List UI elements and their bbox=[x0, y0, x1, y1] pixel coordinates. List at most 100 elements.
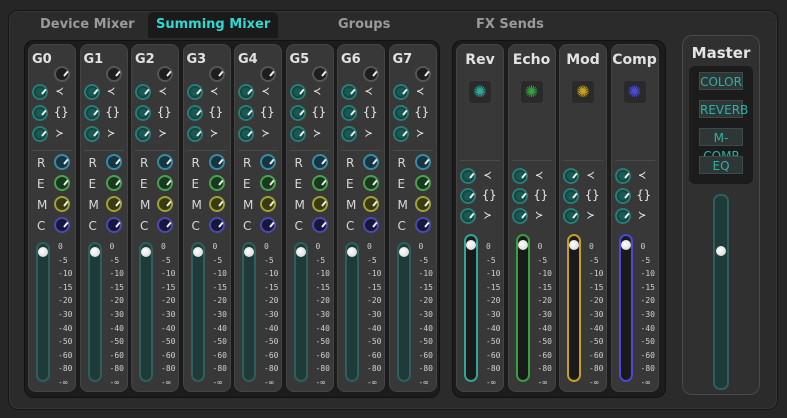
gain-knob[interactable] bbox=[311, 66, 328, 82]
gain-knob[interactable] bbox=[54, 66, 70, 82]
volume-fader[interactable] bbox=[396, 242, 411, 382]
fx-effect-icon[interactable]: ✺ bbox=[571, 80, 595, 104]
send-knob-r[interactable] bbox=[54, 154, 70, 170]
send-knob-e[interactable] bbox=[363, 175, 379, 191]
master-reverb-button[interactable]: REVERB bbox=[699, 100, 748, 118]
send-knob-c[interactable] bbox=[54, 217, 70, 233]
send-knob-e[interactable] bbox=[311, 175, 328, 191]
eq-knob[interactable] bbox=[614, 188, 631, 204]
send-knob-m[interactable] bbox=[363, 196, 379, 212]
gain-knob[interactable] bbox=[208, 66, 225, 82]
eq-knob[interactable] bbox=[511, 208, 528, 224]
eq-knob[interactable] bbox=[289, 84, 306, 100]
send-knob-c[interactable] bbox=[208, 217, 225, 233]
send-knob-c[interactable] bbox=[260, 217, 276, 233]
fx-effect-icon[interactable]: ✺ bbox=[468, 80, 492, 104]
fader-handle[interactable] bbox=[347, 247, 357, 257]
gain-knob[interactable] bbox=[157, 66, 173, 82]
volume-fader[interactable] bbox=[36, 242, 50, 382]
eq-knob[interactable] bbox=[614, 208, 631, 224]
send-knob-c[interactable] bbox=[414, 217, 431, 233]
volume-fader[interactable] bbox=[242, 242, 256, 382]
eq-knob[interactable] bbox=[135, 126, 151, 142]
eq-knob[interactable] bbox=[238, 105, 254, 121]
eq-knob[interactable] bbox=[511, 168, 528, 184]
eq-knob[interactable] bbox=[135, 105, 151, 121]
send-knob-e[interactable] bbox=[157, 175, 173, 191]
eq-knob[interactable] bbox=[32, 126, 48, 142]
gain-knob[interactable] bbox=[260, 66, 276, 82]
send-knob-c[interactable] bbox=[157, 217, 173, 233]
fader-handle[interactable] bbox=[466, 240, 476, 250]
fader-handle[interactable] bbox=[38, 247, 48, 257]
fader-handle[interactable] bbox=[192, 247, 203, 257]
eq-knob[interactable] bbox=[460, 188, 476, 204]
master-volume-fader[interactable] bbox=[713, 194, 729, 390]
fx-volume-fader[interactable] bbox=[618, 234, 633, 382]
tab-device-mixer[interactable]: Device Mixer bbox=[40, 12, 135, 38]
eq-knob[interactable] bbox=[392, 105, 409, 121]
tab-fx-sends[interactable]: FX Sends bbox=[476, 12, 544, 38]
fader-handle[interactable] bbox=[620, 240, 631, 250]
master-eq-button[interactable]: EQ bbox=[699, 156, 743, 174]
eq-knob[interactable] bbox=[289, 105, 306, 121]
send-knob-m[interactable] bbox=[54, 196, 70, 212]
eq-knob[interactable] bbox=[563, 168, 579, 184]
gain-knob[interactable] bbox=[105, 66, 122, 82]
eq-knob[interactable] bbox=[238, 126, 254, 142]
send-knob-e[interactable] bbox=[208, 175, 225, 191]
eq-knob[interactable] bbox=[460, 168, 476, 184]
fader-handle[interactable] bbox=[244, 247, 254, 257]
send-knob-c[interactable] bbox=[363, 217, 379, 233]
volume-fader[interactable] bbox=[345, 242, 359, 382]
send-knob-r[interactable] bbox=[260, 154, 276, 170]
volume-fader[interactable] bbox=[293, 242, 308, 382]
send-knob-e[interactable] bbox=[414, 175, 431, 191]
volume-fader[interactable] bbox=[190, 242, 205, 382]
eq-knob[interactable] bbox=[563, 208, 579, 224]
send-knob-m[interactable] bbox=[157, 196, 173, 212]
gain-knob[interactable] bbox=[363, 66, 379, 82]
eq-knob[interactable] bbox=[460, 208, 476, 224]
tab-groups[interactable]: Groups bbox=[338, 12, 390, 38]
send-knob-r[interactable] bbox=[414, 154, 431, 170]
fx-volume-fader[interactable] bbox=[567, 234, 581, 382]
eq-knob[interactable] bbox=[341, 84, 357, 100]
send-knob-e[interactable] bbox=[105, 175, 122, 191]
send-knob-r[interactable] bbox=[105, 154, 122, 170]
eq-knob[interactable] bbox=[186, 84, 203, 100]
fx-volume-fader[interactable] bbox=[464, 234, 478, 382]
gain-knob[interactable] bbox=[414, 66, 431, 82]
eq-knob[interactable] bbox=[341, 126, 357, 142]
send-knob-c[interactable] bbox=[105, 217, 122, 233]
eq-knob[interactable] bbox=[341, 105, 357, 121]
fader-handle[interactable] bbox=[295, 247, 306, 257]
eq-knob[interactable] bbox=[135, 84, 151, 100]
eq-knob[interactable] bbox=[186, 126, 203, 142]
eq-knob[interactable] bbox=[186, 105, 203, 121]
send-knob-e[interactable] bbox=[54, 175, 70, 191]
master-m-comp-button[interactable]: M-COMP bbox=[699, 128, 743, 163]
send-knob-m[interactable] bbox=[414, 196, 431, 212]
send-knob-m[interactable] bbox=[105, 196, 122, 212]
fader-handle[interactable] bbox=[716, 246, 726, 256]
send-knob-m[interactable] bbox=[208, 196, 225, 212]
send-knob-r[interactable] bbox=[363, 154, 379, 170]
eq-knob[interactable] bbox=[32, 105, 48, 121]
fader-handle[interactable] bbox=[141, 247, 151, 257]
send-knob-e[interactable] bbox=[260, 175, 276, 191]
send-knob-r[interactable] bbox=[311, 154, 328, 170]
fader-handle[interactable] bbox=[398, 247, 409, 257]
fader-handle[interactable] bbox=[89, 247, 100, 257]
eq-knob[interactable] bbox=[83, 126, 100, 142]
fx-effect-icon[interactable]: ✺ bbox=[622, 80, 647, 104]
eq-knob[interactable] bbox=[83, 84, 100, 100]
send-knob-r[interactable] bbox=[157, 154, 173, 170]
eq-knob[interactable] bbox=[392, 126, 409, 142]
fx-effect-icon[interactable]: ✺ bbox=[519, 80, 544, 104]
fader-handle[interactable] bbox=[517, 240, 528, 250]
send-knob-m[interactable] bbox=[311, 196, 328, 212]
fx-volume-fader[interactable] bbox=[515, 234, 530, 382]
volume-fader[interactable] bbox=[87, 242, 102, 382]
tab-summing-mixer[interactable]: Summing Mixer bbox=[148, 12, 279, 38]
